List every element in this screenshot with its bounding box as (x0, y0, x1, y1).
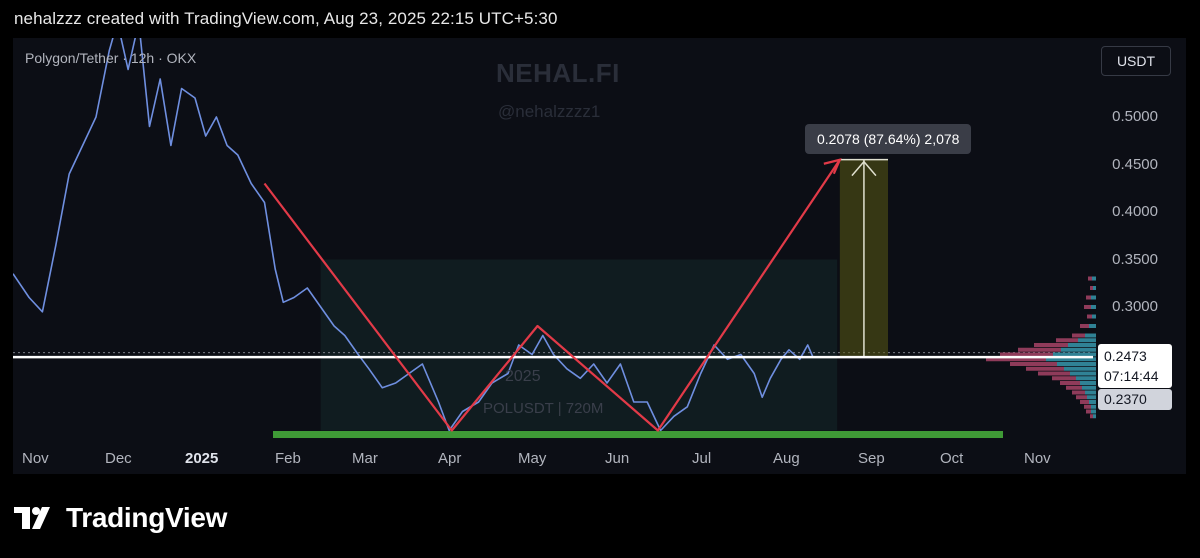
time-tick: Aug (773, 450, 800, 467)
time-tick: May (518, 450, 547, 467)
volume-profile-bar (1082, 385, 1096, 390)
volume-profile-bar (1086, 409, 1091, 414)
volume-profile-bar (1080, 324, 1089, 328)
volume-profile-bar (1078, 338, 1096, 343)
currency-selector-button[interactable]: USDT (1101, 46, 1171, 76)
volume-profile-bar (1064, 366, 1096, 371)
volume-profile-bar (1070, 371, 1096, 376)
time-tick: Apr (438, 450, 462, 467)
bar-countdown: 07:14:44 (1104, 368, 1159, 384)
price-tick: 0.4500 (1112, 156, 1158, 173)
time-tick: Mar (352, 450, 378, 467)
chart-credit: nehalzzz created with TradingView.com, A… (14, 9, 558, 28)
volume-profile-bar (1087, 314, 1092, 319)
volume-profile-bar (1038, 371, 1070, 376)
volume-profile-bar (1089, 324, 1096, 328)
time-tick: Oct (940, 450, 964, 467)
volume-profile-bar (1080, 381, 1096, 385)
volume-profile-bar (1088, 276, 1092, 281)
watermark-title: NEHAL.FI (496, 58, 620, 88)
volume-profile-bar (1061, 347, 1096, 352)
watermark-year: 2025 (505, 368, 541, 385)
price-tick: 0.3500 (1112, 251, 1158, 268)
volume-profile-bar (1091, 409, 1096, 414)
volume-profile-bar (1093, 286, 1096, 290)
volume-profile-bar (1026, 366, 1064, 371)
volume-profile-bar (1056, 338, 1078, 343)
tradingview-logo[interactable]: TradingView (14, 500, 227, 536)
last-price-value: 0.2473 (1104, 348, 1147, 364)
price-tick: 0.3000 (1112, 298, 1158, 315)
volume-profile-bar (1076, 395, 1087, 400)
watermark-handle: @nehalzzzz1 (498, 102, 601, 121)
level-price-label: 0.2370 (1098, 389, 1172, 410)
volume-profile-bar (1060, 381, 1080, 385)
volume-profile-bar (1092, 314, 1096, 319)
time-tick-year: 2025 (185, 450, 219, 467)
watermark-symbol: POLUSDT | 720M (483, 400, 604, 417)
volume-profile-bar (1091, 305, 1096, 309)
price-tick: 0.5000 (1112, 108, 1158, 125)
volume-profile-bar (1080, 400, 1089, 404)
volume-profile-bar (1087, 395, 1096, 400)
time-tick: Nov (22, 450, 49, 467)
volume-profile-bar (1057, 362, 1096, 366)
volume-profile-bar (1052, 376, 1076, 381)
volume-profile-bar (1034, 343, 1068, 347)
level-price-value: 0.2370 (1104, 391, 1147, 407)
time-tick: Feb (275, 450, 301, 467)
volume-profile-bar (1072, 390, 1085, 395)
volume-profile-bar (1093, 414, 1096, 419)
time-tick: Sep (858, 450, 885, 467)
time-tick: Dec (105, 450, 132, 467)
time-tick: Jun (605, 450, 630, 467)
measure-tooltip: 0.2078 (87.64%) 2,078 (805, 124, 972, 154)
volume-profile-bar (1086, 295, 1091, 300)
volume-profile-bar (1084, 404, 1091, 409)
volume-profile-bar (1085, 390, 1096, 395)
volume-profile-bar (1091, 404, 1096, 409)
volume-profile-bar (1090, 286, 1093, 290)
volume-profile-bar (1089, 400, 1096, 404)
volume-profile-bar (1091, 295, 1096, 300)
tradingview-wordmark: TradingView (66, 502, 228, 533)
volume-profile-bar (1076, 376, 1096, 381)
volume-profile-bar (1072, 333, 1085, 338)
volume-profile-bar (1085, 333, 1096, 338)
volume-profile-bar (1090, 414, 1093, 419)
price-tick: 0.4000 (1112, 203, 1158, 220)
volume-profile-bar (1092, 276, 1096, 281)
tradingview-logo-icon (14, 507, 50, 529)
last-price-label: 0.2473 07:14:44 (1098, 344, 1172, 388)
volume-profile-bar (1010, 362, 1057, 366)
symbol-label: Polygon/Tether · 12h · OKX (25, 50, 197, 66)
volume-profile-bar (1066, 385, 1082, 390)
time-tick: Nov (1024, 450, 1051, 467)
volume-profile-bar (1084, 305, 1091, 309)
time-tick: Jul (692, 450, 712, 467)
volume-profile-bar (1068, 343, 1096, 347)
volume-profile-bar (1018, 347, 1061, 352)
chart-area[interactable]: Polygon/Tether · 12h · OKX NEHAL.FI @neh… (13, 38, 1186, 474)
